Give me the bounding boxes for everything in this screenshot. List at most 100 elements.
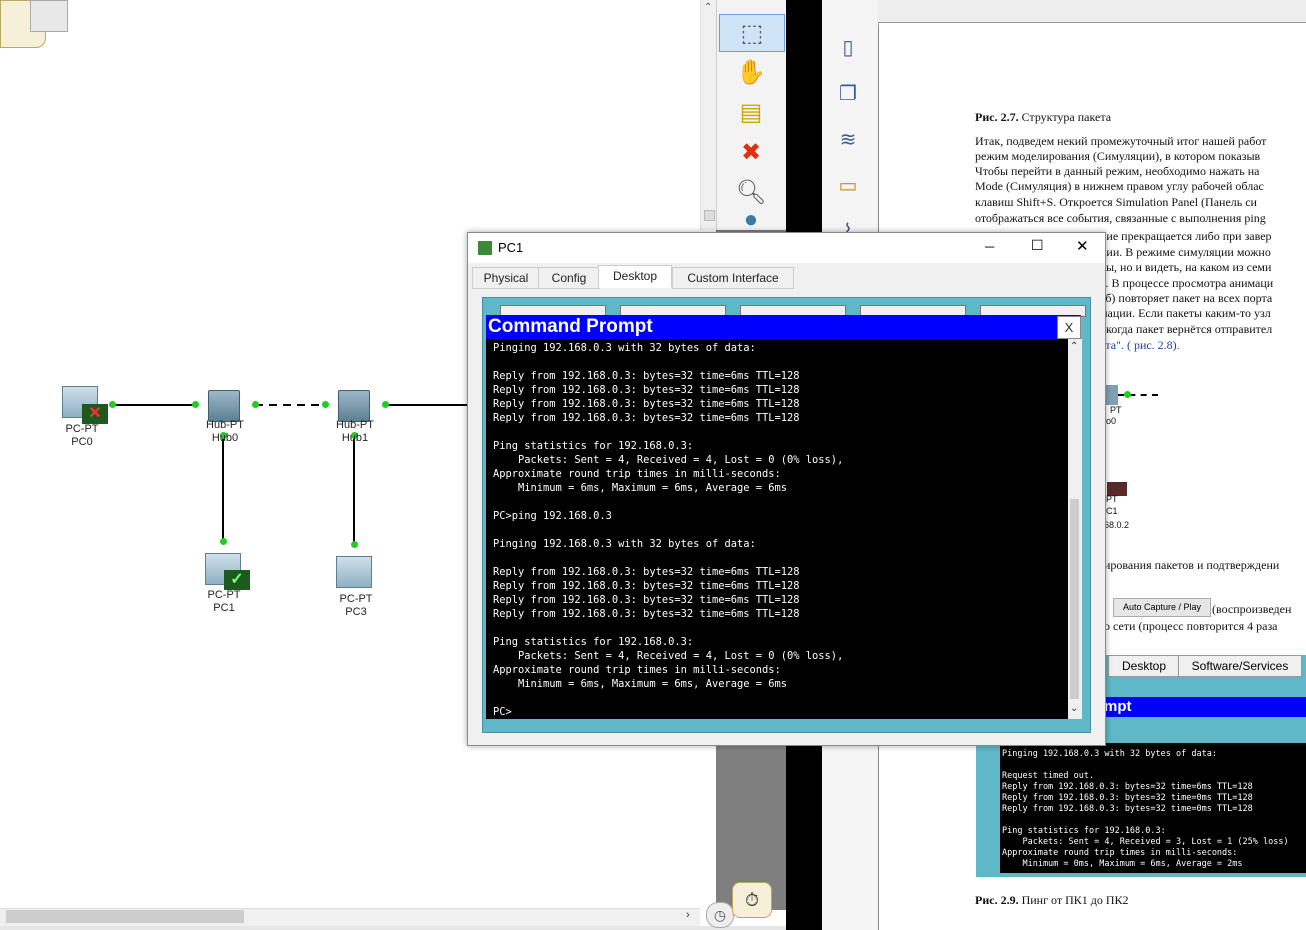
command-prompt-titlebar: Command Prompt X <box>486 315 1081 339</box>
ss-console-line: Packets: Sent = 4, Received = 3, Lost = … <box>1002 837 1289 847</box>
console-line: Packets: Sent = 4, Received = 4, Lost = … <box>493 454 844 466</box>
link-dot <box>322 401 329 408</box>
pc3-device-icon[interactable] <box>336 556 372 588</box>
console-line: Reply from 192.168.0.3: bytes=32 time=6m… <box>493 594 800 606</box>
command-prompt-close-button[interactable]: X <box>1057 316 1081 339</box>
pdf-toolbar <box>878 0 1306 23</box>
console-scroll-thumb[interactable] <box>1070 499 1079 699</box>
note-icon[interactable]: ▤ <box>719 94 783 130</box>
console-line: Reply from 192.168.0.3: bytes=32 time=6m… <box>493 370 800 382</box>
maximize-button[interactable]: ☐ <box>1031 237 1044 254</box>
ss-console-line: Reply from 192.168.0.3: bytes=32 time=0m… <box>1002 793 1253 803</box>
mini-label: 68.0.2 <box>1104 520 1130 530</box>
auto-capture-button: Auto Capture / Play <box>1113 598 1211 617</box>
scroll-right-arrow[interactable]: › <box>686 909 690 921</box>
pages-icon[interactable]: ❐ <box>832 78 864 108</box>
mini-label: PT <box>1106 494 1118 504</box>
mini-hub-icon <box>1106 385 1118 405</box>
console-line: PC>ping 192.168.0.3 <box>493 510 612 522</box>
layers-icon[interactable]: ≋ <box>832 124 864 154</box>
ss-console-line: Approximate round trip times in milli-se… <box>1002 848 1238 858</box>
pc0-name-label: PC0 <box>71 436 93 448</box>
pc3-name-label: PC3 <box>345 606 367 618</box>
window-titlebar: PC1 ─ ☐ ✕ <box>468 233 1105 263</box>
pc1-type-label: PC-PT <box>207 589 241 601</box>
ss-console-line: Pinging 192.168.0.3 with 32 bytes of dat… <box>1002 749 1217 759</box>
close-button[interactable]: ✕ <box>1076 237 1089 255</box>
ss-tab: Desktop <box>1108 655 1180 677</box>
command-prompt-title: Command Prompt <box>488 316 653 337</box>
ss-console-line: Reply from 192.168.0.3: bytes=32 time=6m… <box>1002 782 1253 792</box>
link-dot <box>220 538 227 545</box>
page-icon[interactable]: ▯ <box>832 32 864 62</box>
realtime-clock-icon[interactable]: ◷ <box>706 902 734 928</box>
hand-icon[interactable]: ✋ <box>719 54 783 90</box>
console-line: Pinging 192.168.0.3 with 32 bytes of dat… <box>493 538 756 550</box>
hub1-device-icon[interactable] <box>338 390 370 422</box>
doc-line: о сети (процесс повторится 4 раза <box>1104 619 1278 633</box>
tool-palette: ⬚ ✋ ▤ ✖ 🔍︎ ● <box>716 0 787 230</box>
simulation-mode-icon[interactable]: ⏱ <box>732 882 772 918</box>
ss-console-line: Ping statistics for 192.168.0.3: <box>1002 826 1166 836</box>
console-line: Ping statistics for 192.168.0.3: <box>493 636 694 648</box>
select-icon[interactable]: ⬚ <box>719 14 785 52</box>
bottom-strip <box>0 926 786 930</box>
doc-line: отображаться все события, связанные с вы… <box>975 211 1266 225</box>
tab-custom-interface[interactable]: Custom Interface <box>672 267 794 289</box>
console-line: Approximate round trip times in milli-se… <box>493 664 781 676</box>
ss-console-line: Reply from 192.168.0.3: bytes=32 time=0m… <box>1002 804 1253 814</box>
ss-console-line: Request timed out. <box>1002 771 1095 781</box>
canvas-vertical-scrollbar[interactable]: ⌃ <box>700 0 717 230</box>
doc-line: Mode (Симуляция) в нижнем правом углу ра… <box>975 179 1264 193</box>
link-dot <box>351 541 358 548</box>
hub0-name-label: Hub0 <box>211 432 239 444</box>
doc-line: ции. В режиме симуляции можно <box>1100 245 1271 259</box>
zoom-icon[interactable]: 🔍︎ <box>719 174 783 210</box>
mini-label: C1 <box>1106 506 1118 516</box>
link-dot <box>1124 391 1131 398</box>
tab-desktop[interactable]: Desktop <box>598 265 672 288</box>
doc-line: ирования пакетов и подтверждени <box>1104 558 1280 572</box>
doc-line: мации. Если пакеты каким-то узл <box>1100 306 1271 320</box>
console-line: Reply from 192.168.0.3: bytes=32 time=6m… <box>493 608 800 620</box>
console-line: Minimum = 6ms, Maximum = 6ms, Average = … <box>493 678 788 690</box>
pc0-type-label: PC-PT <box>65 423 99 435</box>
figure-caption: Рис. 2.9. Пинг от ПК1 до ПК2 <box>975 893 1129 907</box>
minimize-button[interactable]: ─ <box>985 239 994 254</box>
doc-line: клавиш Shift+S. Откроется Simulation Pan… <box>975 195 1257 209</box>
console-line: Reply from 192.168.0.3: bytes=32 time=6m… <box>493 384 800 396</box>
desktop-app-strip <box>500 305 1086 317</box>
console-line: Minimum = 6ms, Maximum = 6ms, Average = … <box>493 482 788 494</box>
doc-line: я. В процессе просмотра анимаци <box>1100 276 1274 290</box>
window-title: PC1 <box>498 240 524 255</box>
doc-line: ние прекращается либо при завер <box>1100 229 1272 243</box>
console-line: PC> <box>493 706 512 718</box>
link-dot <box>109 401 116 408</box>
pc1-window: PC1 ─ ☐ ✕ Physical Config Desktop Custom… <box>467 232 1106 746</box>
hub0-device-icon[interactable] <box>208 390 240 422</box>
scrollbar-thumb[interactable] <box>6 910 244 923</box>
figure-caption: Рис. 2.7. Структура пакета <box>975 110 1112 124</box>
console-line: Reply from 192.168.0.3: bytes=32 time=6m… <box>493 580 800 592</box>
tab-config[interactable]: Config <box>538 267 600 289</box>
pc3-type-label: PC-PT <box>339 593 373 605</box>
console-line: Approximate round trip times in milli-se… <box>493 468 781 480</box>
mini-label: o0 <box>1106 416 1117 426</box>
link-dot <box>192 401 199 408</box>
draw-icon[interactable]: ● <box>719 210 783 230</box>
console-line: Pinging 192.168.0.3 with 32 bytes of dat… <box>493 342 756 354</box>
pc-app-icon <box>478 241 492 255</box>
hub0-type-label: Hub-PT <box>206 419 244 431</box>
success-envelope-icon[interactable]: ✓ <box>224 570 250 590</box>
doc-line: , когда пакет вернётся отправител <box>1100 322 1273 336</box>
comment-icon[interactable]: ▭ <box>832 170 864 200</box>
doc-line: (воспроизведен <box>1212 602 1292 616</box>
tab-physical[interactable]: Physical <box>472 267 540 289</box>
doc-line: Чтобы перейти в данный режим, необходимо… <box>975 164 1260 178</box>
console-line: Reply from 192.168.0.3: bytes=32 time=6m… <box>493 398 800 410</box>
delete-icon[interactable]: ✖ <box>719 134 783 170</box>
ss-tab: Software/Services <box>1178 655 1302 677</box>
doc-line: режим моделирования (Симуляции), в котор… <box>975 149 1261 163</box>
fail-envelope-icon[interactable]: ✕ <box>82 404 108 424</box>
console-scrollbar[interactable]: ⌃ ⌄ <box>1068 339 1082 719</box>
